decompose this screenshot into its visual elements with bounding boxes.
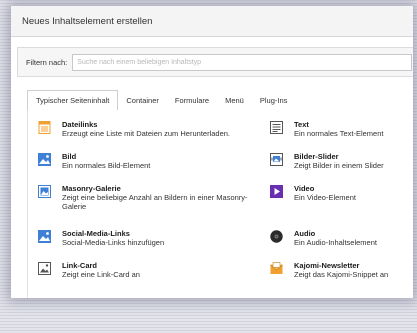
element-text[interactable]: Text Ein normales Text-Element (270, 120, 413, 138)
file-list-icon (38, 121, 51, 134)
tab-bar: Typischer Seiteninhalt Container Formula… (27, 89, 413, 111)
element-title: Video (294, 184, 315, 193)
gallery-icon (38, 185, 51, 198)
element-description: Ein normales Text-Element (294, 129, 384, 138)
tab-menu[interactable]: Menü (217, 90, 252, 110)
element-description: Zeigt eine Link-Card an (62, 270, 140, 279)
text-icon (270, 121, 283, 134)
tab-container[interactable]: Container (118, 90, 167, 110)
tab-forms[interactable]: Formulare (167, 90, 217, 110)
audio-icon (270, 230, 283, 243)
filter-label: Filtern nach: (26, 57, 68, 67)
element-kajomi-newsletter[interactable]: Kajomi-Newsletter Zeigt das Kajomi-Snipp… (269, 261, 413, 279)
image-icon (38, 153, 51, 166)
newsletter-icon (269, 262, 284, 275)
element-description: Ein Audio-Inhaltselement (294, 238, 377, 247)
element-description: Social-Media-Links hinzufügen (62, 238, 165, 247)
link-card-icon (38, 262, 51, 275)
element-title: Bilder-Slider (294, 152, 339, 161)
element-social-media-links[interactable]: Social-Media-Links Social-Media-Links hi… (38, 229, 258, 247)
element-description: Zeigt das Kajomi-Snippet an (294, 270, 389, 279)
video-icon (270, 185, 283, 198)
tab-content-panel: Dateilinks Erzeugt eine Liste mit Dateie… (27, 110, 413, 298)
modal-title: Neues Inhaltselement erstellen (22, 15, 153, 27)
element-link-card[interactable]: Link-Card Zeigt eine Link-Card an (38, 261, 258, 279)
element-image-slider[interactable]: Bilder-Slider Zeigt Bilder in einem Slid… (270, 152, 413, 170)
element-description: Zeigt Bilder in einem Slider (294, 161, 384, 170)
element-image[interactable]: Bild Ein normales Bild-Element (38, 152, 258, 170)
element-title: Kajomi-Newsletter (294, 261, 360, 270)
element-file-links[interactable]: Dateilinks Erzeugt eine Liste mit Dateie… (38, 120, 258, 138)
element-masonry-gallery[interactable]: Masonry-Galerie Zeigt eine beliebige Anz… (38, 184, 258, 211)
element-title: Link-Card (62, 261, 98, 270)
element-title: Text (294, 120, 309, 129)
filter-input[interactable]: Suche nach einem beliebigen Inhaltstyp (72, 53, 413, 71)
element-title: Dateilinks (62, 120, 98, 129)
slider-icon (270, 153, 283, 166)
element-title: Masonry-Galerie (62, 184, 121, 193)
element-description: Zeigt eine beliebige Anzahl an Bildern i… (62, 193, 248, 211)
element-audio[interactable]: Audio Ein Audio-Inhaltselement (270, 229, 413, 247)
filter-panel: Filtern nach: Suche nach einem beliebige… (17, 47, 413, 77)
element-video[interactable]: Video Ein Video-Element (270, 184, 413, 202)
modal-header: Neues Inhaltselement erstellen (11, 6, 413, 37)
tab-plugins[interactable]: Plug-Ins (252, 90, 296, 110)
element-title: Audio (294, 229, 316, 238)
element-description: Ein normales Bild-Element (62, 161, 151, 170)
social-media-icon (38, 230, 51, 243)
element-title: Social-Media-Links (62, 229, 130, 238)
element-description: Ein Video-Element (294, 193, 356, 202)
element-title: Bild (62, 152, 77, 161)
element-description: Erzeugt eine Liste mit Dateien zum Herun… (62, 129, 231, 138)
new-content-element-modal: Neues Inhaltselement erstellen Filtern n… (11, 6, 413, 298)
tab-typical-page-content[interactable]: Typischer Seiteninhalt (27, 90, 119, 111)
